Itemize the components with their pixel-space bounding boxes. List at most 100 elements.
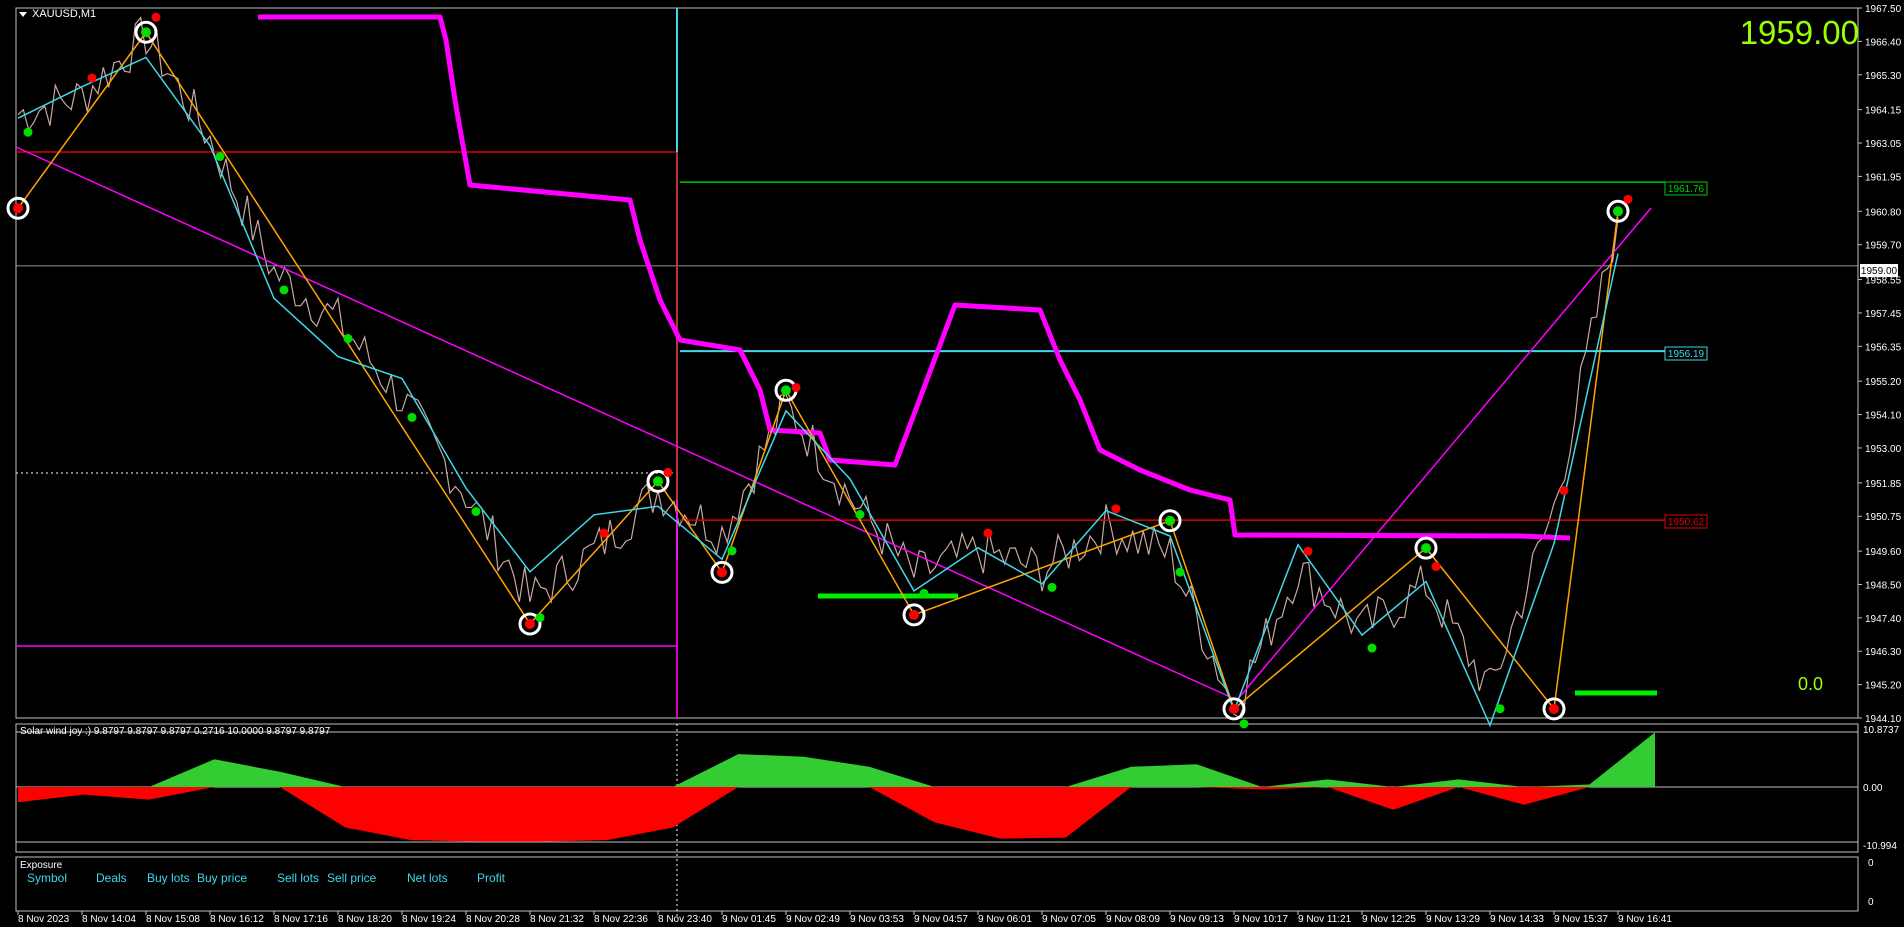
pivot-dot [909,609,919,620]
price-axis-label: 1965.30 [1865,71,1902,82]
indicator-axis-bottom: -10.994 [1863,841,1897,852]
price-axis-label: 1956.35 [1865,342,1902,353]
time-axis-label: 9 Nov 10:17 [1234,914,1288,925]
sell-dot [1303,546,1313,556]
time-axis-label: 9 Nov 08:09 [1106,914,1160,925]
price-axis-label: 1963.05 [1865,139,1902,150]
time-axis-label: 9 Nov 09:13 [1170,914,1224,925]
price-axis-label: 1953.00 [1865,444,1902,455]
pivot-dot [653,476,663,487]
zigzag-orange [17,30,1619,711]
time-axis-label: 9 Nov 13:29 [1426,914,1480,925]
caret-down-icon[interactable] [19,12,27,17]
buy-dot [471,506,481,516]
pivot-dot [1549,703,1559,714]
pivot-marker [710,560,734,584]
exposure-col-net-lots: Net lots [407,871,448,885]
pivot-dot [141,27,151,38]
time-axis-label: 9 Nov 06:01 [978,914,1032,925]
time-axis-label: 8 Nov 18:20 [338,914,392,925]
exposure-col-symbol: Symbol [27,871,67,885]
time-axis-label: 8 Nov 23:40 [658,914,712,925]
buy-dot [343,334,353,344]
current-price-tag: 1959.00 [1860,264,1898,277]
pivot-marker [1222,697,1246,721]
svg-text:1956.19: 1956.19 [1668,349,1705,360]
buy-dot [535,613,545,623]
buy-dot [23,127,33,137]
sell-dot [1431,561,1441,571]
time-axis-label: 9 Nov 11:21 [1298,914,1352,925]
price-line [17,16,1619,719]
time-axis-label: 8 Nov 17:16 [274,914,328,925]
level-tag-green: 1961.76 [1664,181,1708,196]
time-axis-label: 9 Nov 16:41 [1618,914,1672,925]
zigzag-lines [17,30,1619,728]
time-axis-label: 8 Nov 22:36 [594,914,648,925]
price-axis-label: 1947.40 [1865,614,1902,625]
exposure-col-sell-lots: Sell lots [277,871,319,885]
buy-dot [215,151,225,161]
time-axis-label: 8 Nov 16:12 [210,914,264,925]
magenta-trendline-up [1236,207,1652,701]
time-axis-label: 9 Nov 15:37 [1554,914,1608,925]
time-axis-label: 8 Nov 14:04 [82,914,136,925]
svg-text:1950.62: 1950.62 [1668,517,1705,528]
price-axis-label: 1966.40 [1865,37,1902,48]
price-axis-label: 1958.55 [1865,276,1902,287]
sell-dot [983,528,993,538]
sell-dot [791,382,801,392]
time-axis-label: 9 Nov 12:25 [1362,914,1416,925]
time-axis-label: 9 Nov 01:45 [722,914,776,925]
time-axis-label: 8 Nov 21:32 [530,914,584,925]
pivot-marker [902,603,926,627]
price-axis-label: 1959.70 [1865,241,1902,252]
sell-dot [1559,486,1569,496]
time-axis-label: 8 Nov 19:24 [402,914,456,925]
pivot-marker [134,20,158,44]
price-axis-label: 1955.20 [1865,377,1902,388]
buy-dot [855,510,865,520]
pivot-marker [1414,536,1438,560]
price-axis-label: 1957.45 [1865,309,1902,320]
price-axis-label: 1944.10 [1865,714,1902,725]
pivot-dot [1421,543,1431,554]
time-axis-label: 9 Nov 14:33 [1490,914,1544,925]
indicator-axis-top: 10.8737 [1863,725,1900,736]
exposure-title: Exposure [20,860,63,871]
price-axis-label: 1946.30 [1865,647,1902,658]
sell-dot [663,467,673,477]
buy-dot [1239,719,1249,729]
price-axis-label: 1954.10 [1865,411,1902,422]
price-axis-label: 1949.60 [1865,547,1902,558]
price-axis-label: 1950.75 [1865,512,1902,523]
pivot-dot [1613,206,1623,217]
magenta-trendline-down [15,146,1238,701]
buy-dot [1495,704,1505,714]
big-price-display: 1959.00 [1740,14,1859,51]
svg-text:1959.00: 1959.00 [1861,266,1898,277]
indicator-title: Solar wind joy :) 9.8797 9.8797 9.8797 0… [20,726,331,737]
pivot-dot [781,385,791,396]
pivot-marker [1542,697,1566,721]
level-tag-cyan: 1956.19 [1664,346,1708,361]
pivot-dot [1165,515,1175,526]
signal-markers [6,12,1633,729]
buy-dot [407,412,417,422]
chart-canvas[interactable]: 1967.50 1966.40 1965.30 1964.15 1963.05 1961.… [0,0,1904,927]
time-axis-label: 9 Nov 03:53 [850,914,904,925]
price-axis-label: 1948.50 [1865,580,1902,591]
exposure-col-sell-price: Sell price [327,871,377,885]
buy-dot [919,588,929,598]
sell-dot [87,73,97,83]
pivot-marker [6,196,30,220]
level-tag-red: 1950.62 [1664,514,1708,529]
time-axis-label: 9 Nov 07:05 [1042,914,1096,925]
exposure-col-profit: Profit [477,871,506,885]
indicator-axis-zero: 0.00 [1863,783,1883,794]
zigzag-cyan [17,56,1619,728]
chart-window[interactable]: 1967.50 1966.40 1965.30 1964.15 1963.05 1961.… [0,0,1904,927]
pivot-dot [13,203,23,214]
sell-dot [1111,504,1121,514]
price-axis-label: 1961.95 [1865,172,1902,183]
